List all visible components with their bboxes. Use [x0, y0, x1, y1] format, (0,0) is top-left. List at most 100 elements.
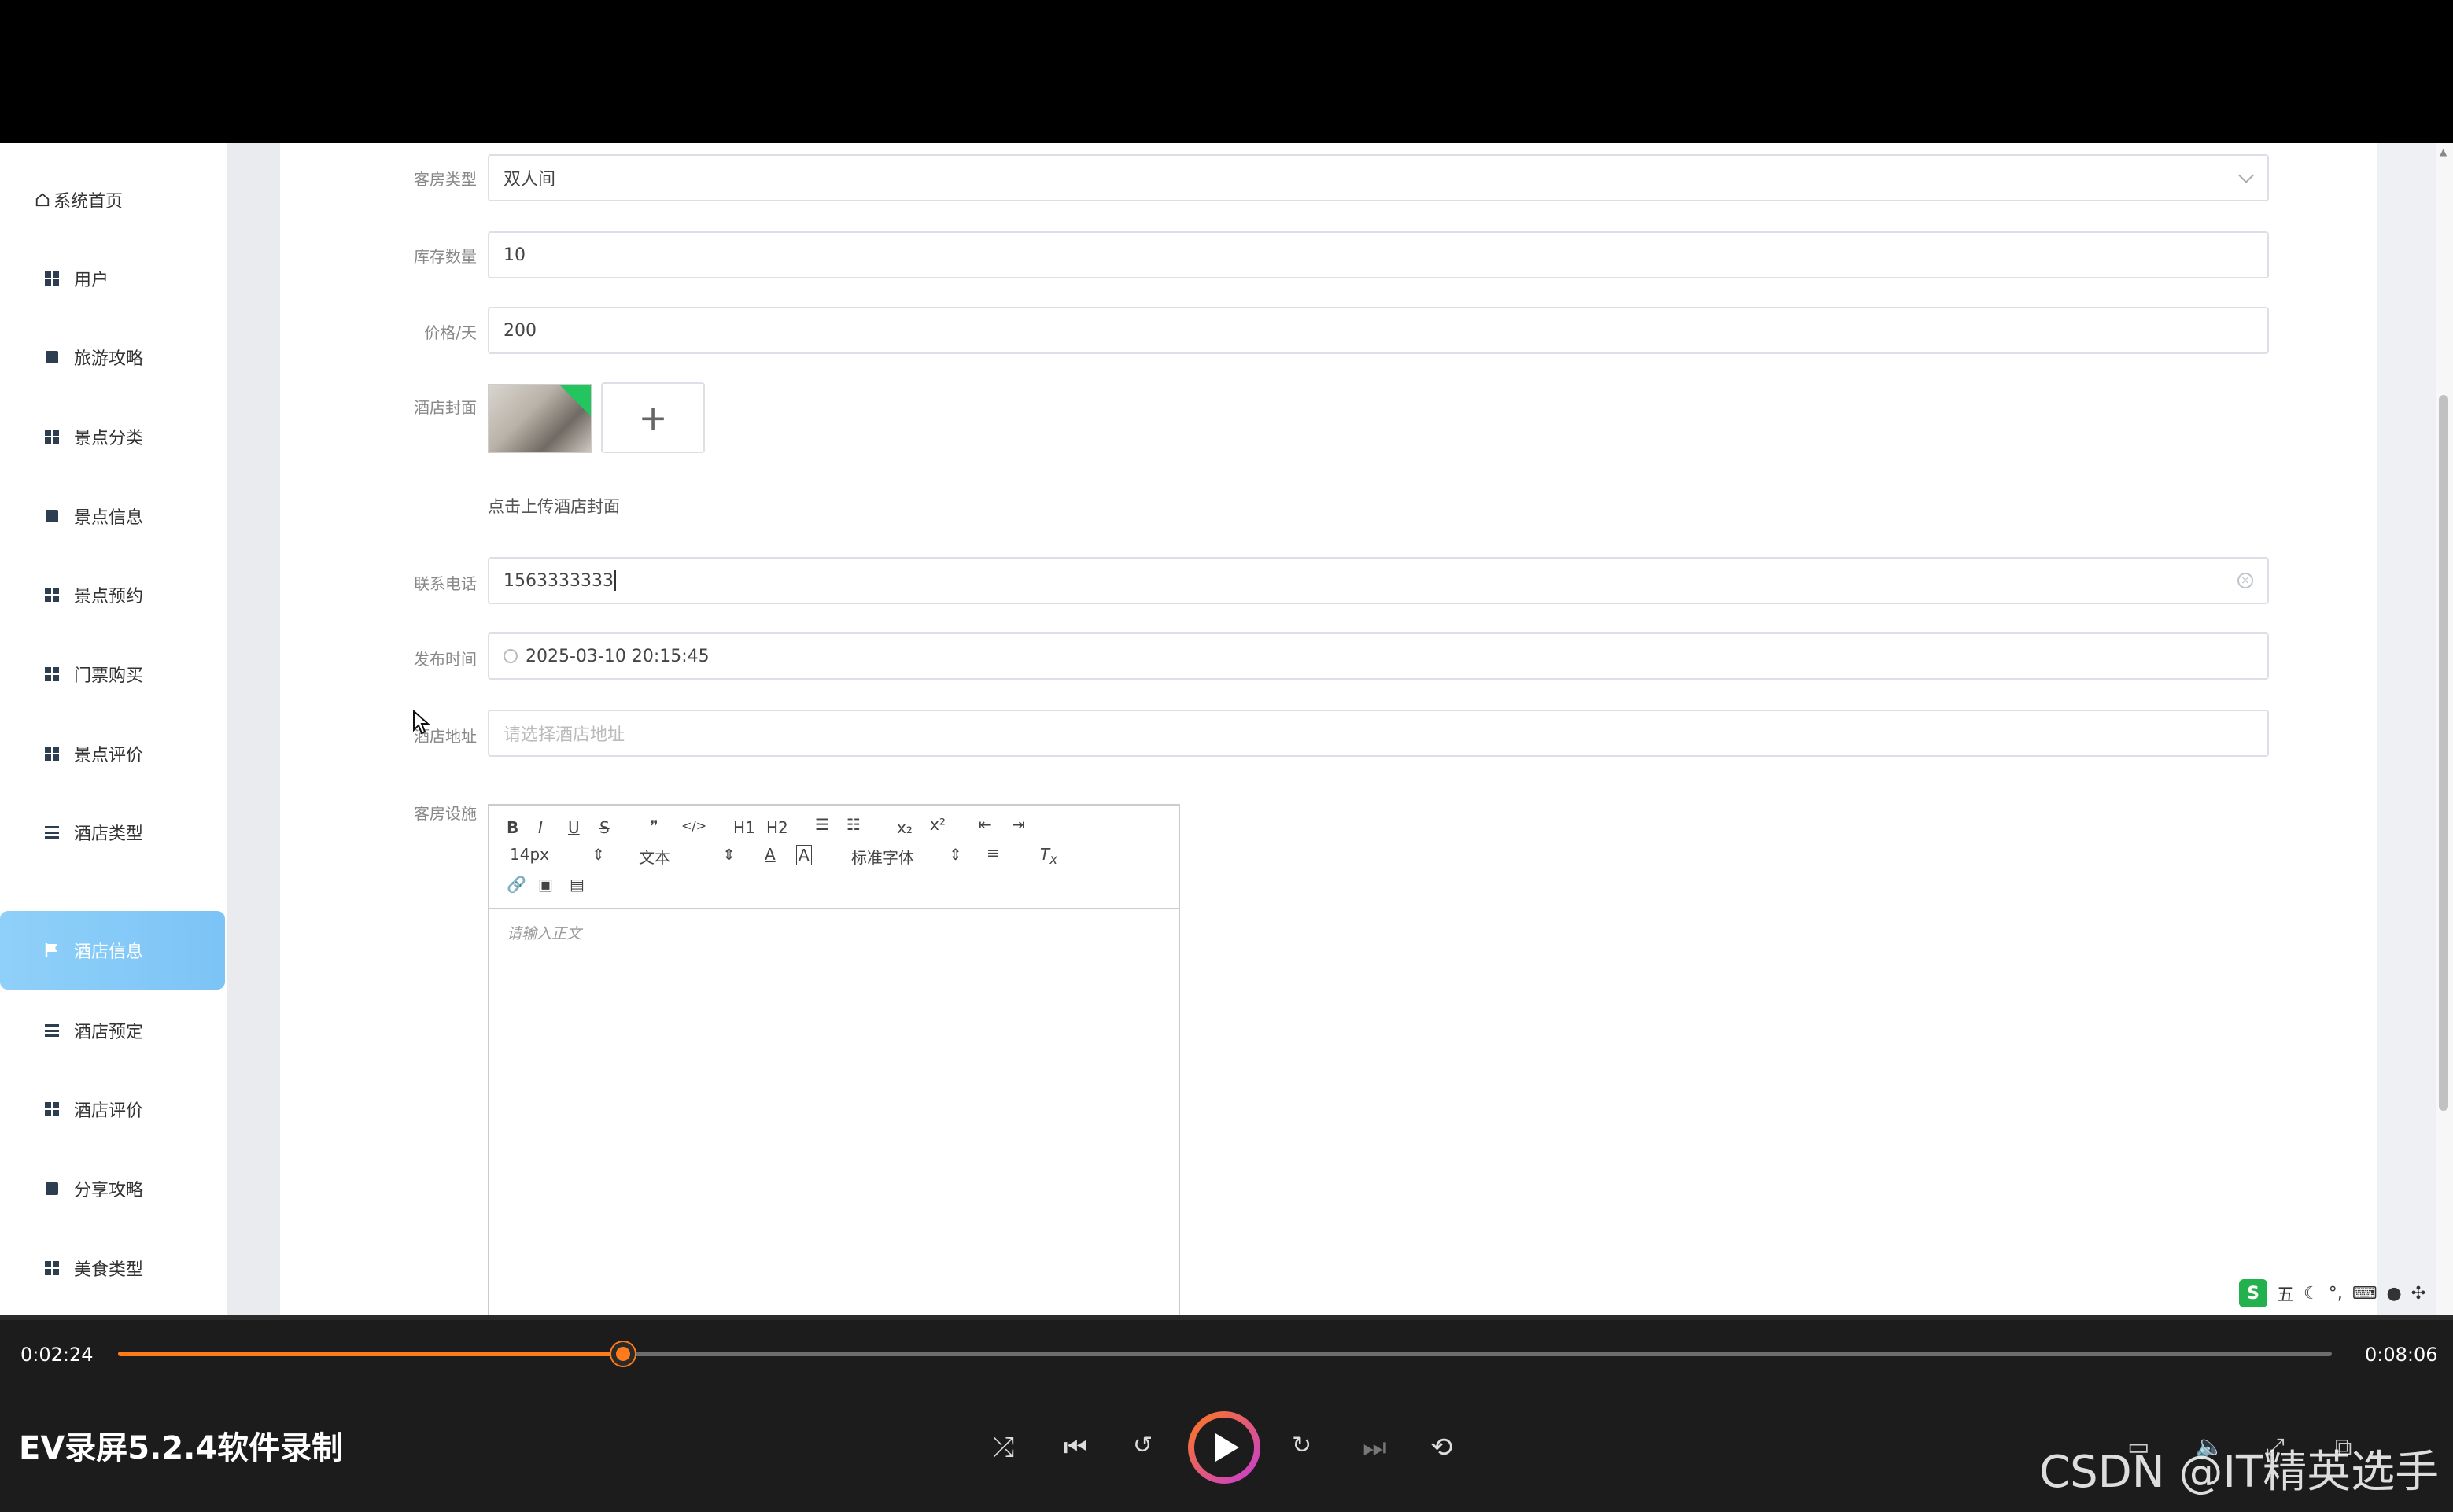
publish-time-label: 发布时间 [414, 650, 477, 669]
ordered-list-icon[interactable]: ☰ [815, 815, 829, 834]
bold-icon[interactable]: B [507, 818, 518, 837]
grid-icon [44, 271, 60, 286]
sidebar-item-hotel-info[interactable]: 酒店信息 [0, 911, 225, 990]
rewind-10-icon[interactable]: ↺ [1133, 1432, 1153, 1459]
loop-off-icon[interactable]: ⟲ [1430, 1432, 1453, 1463]
font-family-select[interactable]: 标准字体 [851, 845, 914, 868]
grid-icon [44, 1101, 60, 1117]
chevron-updown-icon: ⇕ [592, 845, 605, 864]
publish-time-picker[interactable]: 2025-03-10 20:15:45 [488, 632, 2269, 680]
progress-handle[interactable] [610, 1342, 635, 1366]
address-input[interactable]: 请选择酒店地址 [488, 710, 2269, 757]
sidebar-item-share-guide[interactable]: 分享攻略 [0, 1149, 227, 1228]
flag-icon [44, 942, 60, 958]
clear-format-icon[interactable]: Tx [1040, 845, 1057, 867]
vertical-scrollbar[interactable]: ▲ [2436, 143, 2453, 1315]
stock-value: 10 [504, 245, 526, 265]
underline-icon[interactable]: U [568, 818, 580, 837]
next-icon[interactable]: ⏭ [1363, 1432, 1387, 1463]
layout-gutter [227, 143, 280, 1315]
superscript-icon[interactable]: x² [930, 815, 946, 834]
sogou-ime-icon[interactable]: S [2239, 1279, 2267, 1307]
progress-played [118, 1352, 623, 1356]
outdent-icon[interactable]: ⇤ [979, 815, 992, 834]
video-icon[interactable]: ▤ [570, 875, 585, 894]
price-label: 价格/天 [424, 323, 477, 342]
play-button[interactable] [1188, 1411, 1260, 1484]
moon-icon[interactable]: ☾ [2304, 1284, 2319, 1304]
apps-icon[interactable]: ✣ [2411, 1284, 2425, 1304]
chevron-updown-icon: ⇕ [722, 845, 736, 864]
subscript-icon[interactable]: x₂ [897, 818, 913, 837]
phone-input[interactable]: 1563333333 × [488, 557, 2269, 604]
link-icon[interactable]: 🔗 [507, 875, 526, 894]
sidebar-item-label: 门票购买 [74, 666, 144, 686]
heading2-button[interactable]: H2 [766, 818, 788, 837]
ime-mode[interactable]: 五 [2277, 1281, 2294, 1306]
sidebar-item-label: 酒店预定 [74, 1023, 144, 1042]
code-icon[interactable]: </> [681, 818, 706, 833]
cover-label: 酒店封面 [414, 398, 477, 417]
progress-track[interactable] [118, 1342, 2332, 1366]
editor-content-area[interactable]: 请输入正文 [489, 909, 1179, 956]
text-caret [614, 570, 616, 591]
align-icon[interactable]: ≡ [987, 843, 1000, 862]
facilities-label: 客房设施 [414, 804, 477, 823]
indent-icon[interactable]: ⇥ [1012, 815, 1025, 834]
sidebar-item-label: 景点预约 [74, 587, 144, 607]
chevron-down-icon [2238, 168, 2254, 183]
sidebar-item-spot-booking[interactable]: 景点预约 [0, 555, 227, 634]
punctuation-icon[interactable]: °, [2329, 1284, 2343, 1304]
sidebar-item-hotel-booking[interactable]: 酒店预定 [0, 991, 227, 1070]
upload-cover-button[interactable]: + [601, 382, 705, 453]
scroll-up-icon[interactable]: ▲ [2440, 146, 2447, 157]
price-value: 200 [504, 320, 537, 341]
sidebar-item-hotel-review[interactable]: 酒店评价 [0, 1070, 227, 1149]
image-icon[interactable]: ▣ [538, 875, 553, 894]
cover-upload-tip: 点击上传酒店封面 [488, 497, 620, 516]
sidebar-item-travel-guide[interactable]: 旅游攻略 [0, 318, 227, 396]
block-type-select[interactable]: 文本 [639, 845, 670, 868]
previous-icon[interactable]: ⏮ [1064, 1432, 1088, 1463]
sidebar-item-label: 用户 [74, 271, 109, 290]
quote-icon[interactable]: ❞ [650, 817, 658, 835]
sidebar-item-label: 系统首页 [53, 192, 124, 212]
strikethrough-icon[interactable]: S [599, 818, 610, 837]
sidebar-item-food-type[interactable]: 美食类型 [0, 1229, 227, 1307]
bullet-list-icon[interactable]: ☷ [847, 815, 861, 834]
heading1-button[interactable]: H1 [733, 818, 755, 837]
shuffle-icon[interactable]: ⤮ [993, 1432, 1014, 1463]
grid-icon [44, 746, 60, 762]
scrollbar-thumb[interactable] [2439, 395, 2448, 1111]
sidebar-item-spot-review[interactable]: 景点评价 [0, 714, 227, 793]
stock-label: 库存数量 [414, 247, 477, 266]
user-icon[interactable]: ● [2387, 1284, 2402, 1304]
stock-input[interactable]: 10 [488, 231, 2269, 278]
sidebar-item-spot-category[interactable]: 景点分类 [0, 397, 227, 476]
total-time: 0:08:06 [2365, 1344, 2438, 1366]
room-type-select[interactable]: 双人间 [488, 154, 2269, 201]
sidebar-item-spot-info[interactable]: 景点信息 [0, 477, 227, 555]
app-area: 系统首页 用户 旅游攻略 景点分类 景点信息 景点预约 门票购买 景点评价 酒店… [0, 143, 2453, 1315]
clear-icon[interactable]: × [2237, 573, 2253, 588]
italic-icon[interactable]: I [538, 818, 543, 837]
ime-toolbar: S 五 ☾ °, ⌨ ● ✣ [2239, 1276, 2453, 1311]
cover-thumbnail[interactable] [488, 384, 592, 453]
book-icon [44, 349, 60, 365]
font-color-icon[interactable]: A [765, 845, 776, 864]
sidebar-item-label: 美食类型 [74, 1260, 144, 1280]
list-icon [44, 1023, 60, 1038]
chevron-updown-icon: ⇕ [949, 845, 962, 864]
sidebar-item-hotel-type[interactable]: 酒店类型 [0, 793, 227, 872]
sidebar-item-home[interactable]: 系统首页 [0, 160, 227, 239]
font-size-select[interactable]: 14px [510, 845, 549, 864]
sidebar-item-label: 景点分类 [74, 429, 144, 448]
price-input[interactable]: 200 [488, 307, 2269, 354]
sidebar-item-ticket-purchase[interactable]: 门票购买 [0, 635, 227, 714]
forward-30-icon[interactable]: ↻ [1292, 1432, 1311, 1459]
sidebar-item-users[interactable]: 用户 [0, 239, 227, 318]
background-color-icon[interactable]: A [796, 845, 812, 865]
editor-placeholder: 请输入正文 [507, 925, 582, 942]
keyboard-icon[interactable]: ⌨ [2352, 1284, 2377, 1304]
sidebar-item-label: 景点信息 [74, 508, 144, 528]
